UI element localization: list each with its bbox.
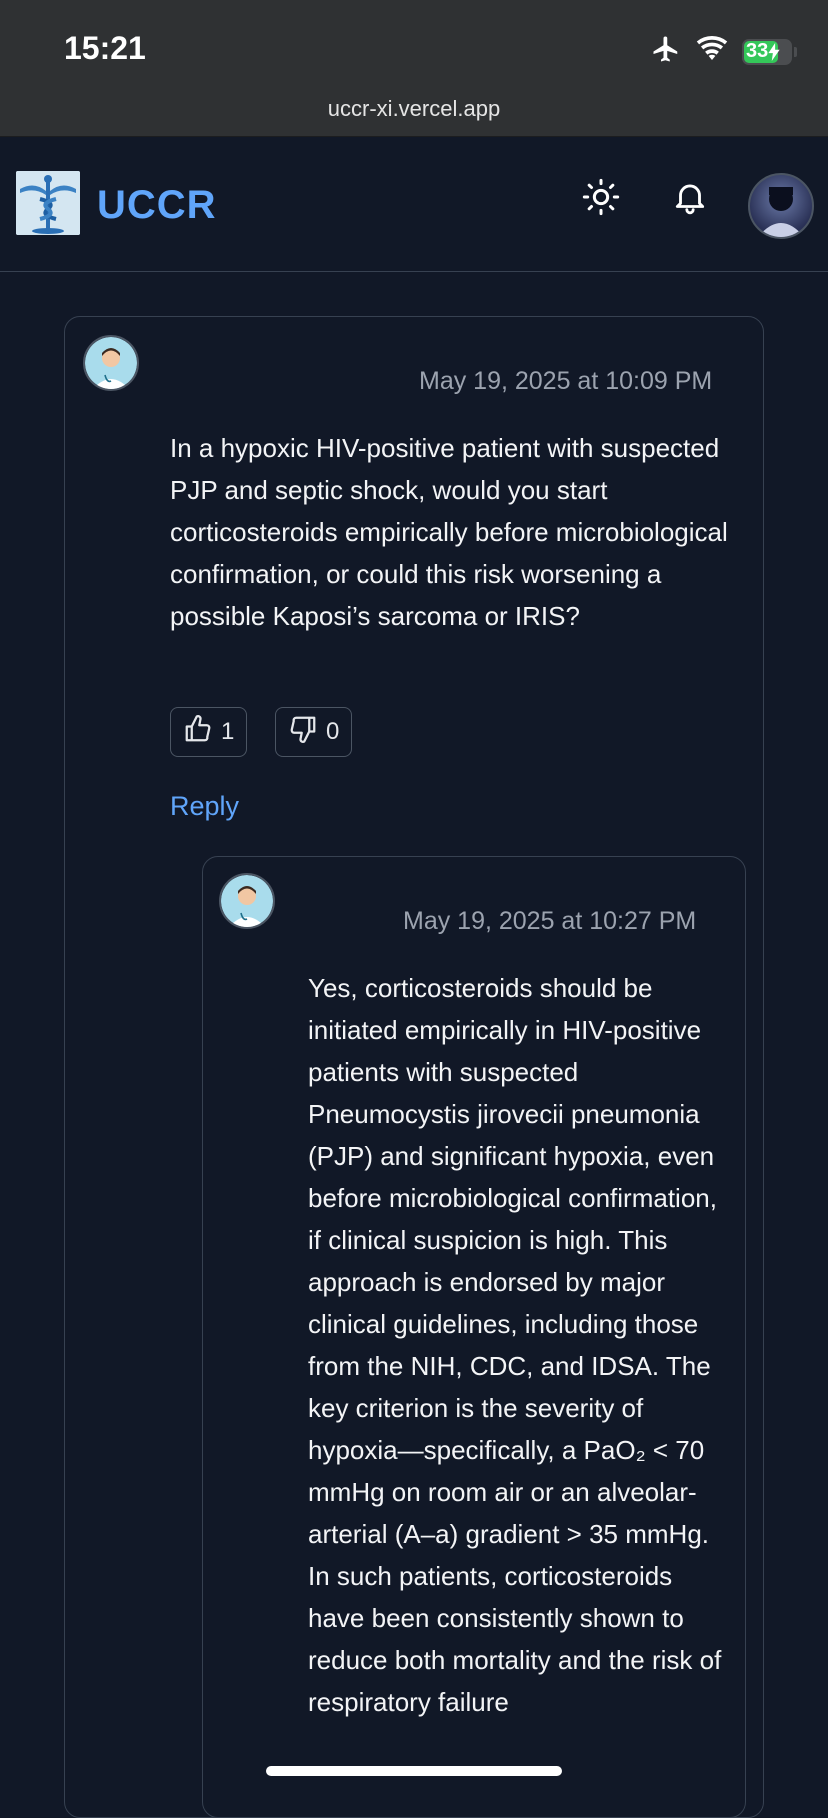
brand-name[interactable]: UCCR <box>97 183 217 228</box>
reply-link[interactable]: Reply <box>170 791 239 822</box>
address-bar-url[interactable]: uccr-xi.vercel.app <box>0 96 828 122</box>
downvote-button[interactable]: 0 <box>275 707 353 757</box>
status-icons: 33 <box>650 34 797 69</box>
airplane-icon <box>650 34 682 69</box>
bell-icon <box>671 177 709 222</box>
reply-timestamp: May 19, 2025 at 10:27 PM <box>403 907 697 935</box>
status-time: 15:21 <box>64 30 146 66</box>
upvote-button[interactable]: 1 <box>170 707 248 757</box>
notifications-button[interactable] <box>668 177 712 221</box>
battery-charging-icon: 33 <box>742 38 797 65</box>
reply-text: Yes, corticosteroids should be initiated… <box>308 973 722 1717</box>
upvote-count: 1 <box>221 718 235 745</box>
sun-icon <box>581 177 621 222</box>
doctor-avatar[interactable] <box>219 873 275 929</box>
app-header: UCCR <box>0 137 828 272</box>
status-bar: 15:21 33 uccr-xi.vercel.app <box>0 0 828 137</box>
downvote-count: 0 <box>326 718 340 745</box>
theme-toggle-button[interactable] <box>579 177 623 221</box>
thumbs-up-icon <box>183 714 213 751</box>
home-indicator <box>266 1766 562 1776</box>
comment-timestamp: May 19, 2025 at 10:09 PM <box>419 367 713 395</box>
comment-text: In a hypoxic HIV-positive patient with s… <box>170 433 728 631</box>
thumbs-down-icon <box>288 714 318 751</box>
doctor-avatar[interactable] <box>83 335 139 391</box>
user-avatar[interactable] <box>748 173 814 239</box>
caduceus-logo[interactable] <box>16 171 80 235</box>
reply-card: May 19, 2025 at 10:27 PM Yes, corticoste… <box>202 856 746 1818</box>
wifi-icon <box>696 36 728 67</box>
battery-level: 33 <box>746 40 769 62</box>
